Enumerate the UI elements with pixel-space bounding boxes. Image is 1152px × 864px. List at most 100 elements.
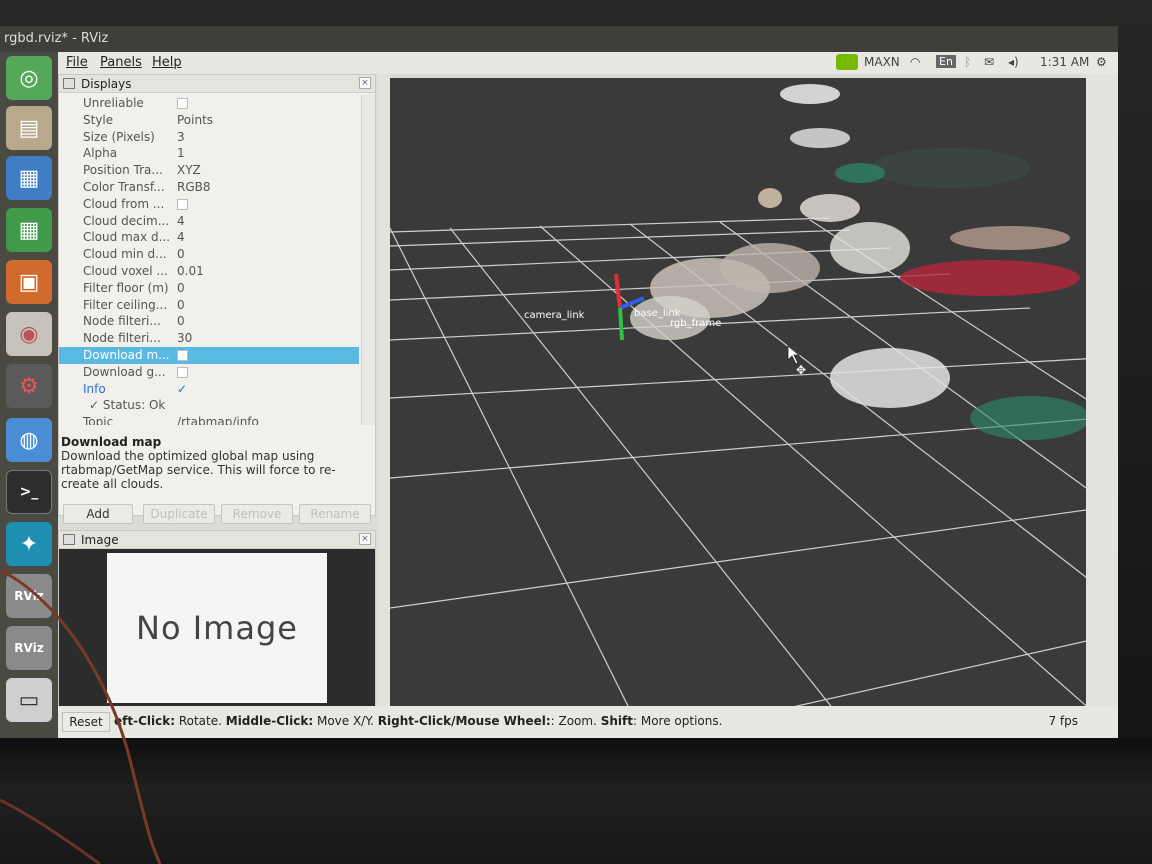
property-value[interactable]: 1 [177,145,185,162]
property-description: Download map Download the optimized glob… [61,435,373,501]
property-row[interactable]: Unreliable [59,95,359,112]
property-value[interactable]: XYZ [177,162,201,179]
property-value[interactable]: 3 [177,129,185,146]
property-name: Cloud voxel ... [83,264,168,278]
property-name: Cloud from ... [83,196,165,211]
keyboard-layout[interactable]: En [936,55,956,68]
property-name: Position Tra... [83,163,163,178]
property-row[interactable]: Alpha 1 [59,145,359,162]
volume-icon[interactable]: ◂) [1008,55,1019,69]
cursor-icon: ✥ [787,345,806,377]
software-icon[interactable]: ◉ [6,312,52,356]
fps-counter: 7 fps [1048,714,1078,728]
property-row[interactable]: Cloud min d... 0 [59,246,359,263]
property-row[interactable]: Position Tra... XYZ [59,162,359,179]
property-value[interactable]: 0 [177,280,185,297]
displays-title: Displays [81,77,132,91]
frame-label: camera_link [524,310,585,321]
property-value[interactable]: 0 [177,297,185,314]
property-checkbox[interactable] [177,98,188,109]
panel-splitter[interactable] [378,74,390,728]
property-scrollbar[interactable] [361,95,375,425]
property-name: Color Transf... [83,180,165,194]
property-value[interactable]: ✓ [177,381,187,398]
property-row[interactable]: Node filteri... 30 [59,330,359,347]
property-row[interactable]: Filter ceiling... 0 [59,297,359,314]
property-row[interactable]: ✓ Status: Ok [59,397,359,414]
property-row[interactable]: Download g... [59,364,359,381]
property-value[interactable]: 0.01 [177,263,204,280]
property-name: Alpha [83,146,118,161]
property-value[interactable]: 4 [177,213,185,230]
duplicate-button[interactable]: Duplicate [143,504,215,524]
add-button[interactable]: Add [63,504,133,524]
property-row[interactable]: Cloud from ... [59,196,359,213]
bluetooth-icon[interactable]: ᛒ [964,55,971,69]
window-title: rgbd.rviz* - RViz [0,26,1118,52]
files-icon[interactable]: ▤ [6,106,52,150]
property-value[interactable]: /rtabmap/info [177,414,259,425]
frame-label: rgb_frame [670,318,721,329]
description-text: Download the optimized global map using … [61,449,336,491]
property-value[interactable]: 4 [177,229,185,246]
close-icon[interactable]: × [359,77,371,89]
property-row[interactable]: Filter floor (m) 0 [59,280,359,297]
property-value[interactable]: Points [177,112,213,129]
property-row[interactable]: Topic/rtabmap/info [59,414,359,425]
property-value[interactable]: 0 [177,246,185,263]
property-checkbox[interactable] [177,350,188,361]
property-name: Download m... [83,348,170,362]
property-name: ✓ Status: Ok [89,398,166,413]
displays-panel-header: Displays × [59,75,375,93]
gear-icon[interactable]: ⚙ [1096,55,1107,69]
property-name: Style [83,112,114,127]
move-cursor-icon: ✥ [796,363,806,377]
system-tray: MAXN ◠ En ᛒ ✉ ◂) 1:31 AM ⚙ [836,52,1118,74]
property-row[interactable]: Cloud decim... 4 [59,213,359,230]
interaction-hint: eft-Click: Rotate. Middle-Click: Move X/… [114,714,723,728]
property-row[interactable]: Info ✓ [59,381,359,398]
property-value[interactable]: RGB8 [177,179,211,196]
calc-icon[interactable]: ▦ [6,208,52,252]
wifi-icon[interactable]: ◠ [910,55,920,69]
cable [0,568,162,864]
property-name: Filter ceiling... [83,297,168,312]
property-row[interactable]: Color Transf... RGB8 [59,179,359,196]
menu-panels[interactable]: Panels [100,55,142,70]
image-title: Image [81,533,119,547]
property-name: Node filteri... [83,314,161,329]
property-value[interactable]: 30 [177,330,192,347]
property-row[interactable]: Cloud voxel ... 0.01 [59,263,359,280]
property-value[interactable]: 0 [177,313,185,330]
menu-help[interactable]: Help [152,55,182,70]
property-name: Cloud decim... [83,213,170,228]
terminal-icon[interactable]: >_ [6,470,52,514]
property-name: Cloud max d... [83,230,171,245]
remove-button[interactable]: Remove [221,504,293,524]
chromium-icon[interactable]: ◍ [6,418,52,462]
property-row[interactable]: Size (Pixels) 3 [59,129,359,146]
photo-frame: rgbd.rviz* - RViz ◎ ▤ ▦ ▦ ▣ ◉ ⚙ ◍ >_ ✦ R… [0,0,1152,864]
menu-file[interactable]: File [66,55,88,70]
clock[interactable]: 1:31 AM [1040,55,1089,69]
status-bar: Reset eft-Click: Rotate. Middle-Click: M… [58,706,1118,738]
3d-viewport[interactable]: camera_link base_link rgb_frame ✥ [390,78,1100,730]
mail-icon[interactable]: ✉ [984,55,994,69]
impress-icon[interactable]: ▣ [6,260,52,304]
writer-icon[interactable]: ▦ [6,156,52,200]
property-checkbox[interactable] [177,198,188,210]
property-name: Topic [83,415,114,425]
property-row[interactable]: Node filteri... 0 [59,313,359,330]
property-checkbox[interactable] [177,366,188,378]
nvidia-icon[interactable] [836,54,858,70]
gpu-mode-label[interactable]: MAXN [864,55,900,69]
property-row[interactable]: Download m... [59,347,359,364]
property-row[interactable]: Style Points [59,112,359,129]
ubuntu-icon[interactable]: ◎ [6,56,52,100]
rename-button[interactable]: Rename [299,504,371,524]
close-icon[interactable]: × [359,533,371,545]
property-row[interactable]: Cloud max d... 4 [59,229,359,246]
settings-icon[interactable]: ⚙ [6,364,52,408]
property-name: Filter floor (m) [83,280,169,295]
scene-svg: camera_link base_link rgb_frame ✥ [390,84,1100,730]
